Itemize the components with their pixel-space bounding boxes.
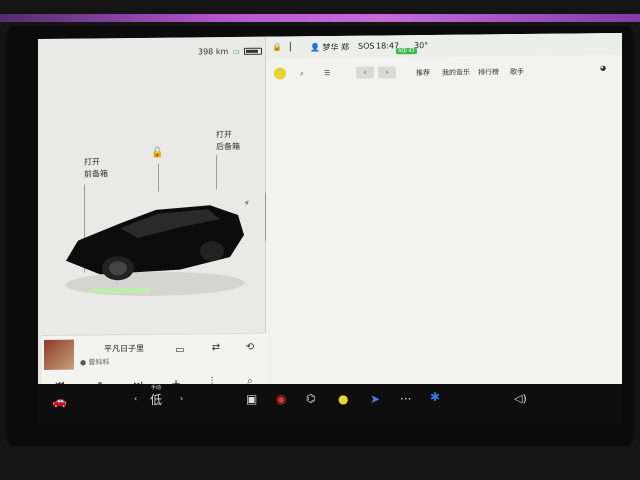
shuffle-icon[interactable]: ⇄	[208, 342, 224, 353]
volume-icon[interactable]: ◁)	[514, 392, 527, 405]
netease-music-icon[interactable]: ◉	[276, 392, 286, 406]
climate-control[interactable]: 手动 低	[150, 384, 162, 408]
aqi-badge: AQI 43	[396, 48, 417, 55]
music-navbar: ⌕ ☰ ‹ › 推荐 我的音乐 排行榜 歌手 ◕	[266, 59, 622, 85]
charging-icon: ▭	[232, 46, 240, 57]
tab-singers[interactable]: 歌手	[510, 67, 524, 77]
ambient-light	[0, 14, 640, 22]
car-icon[interactable]: 🚗	[52, 394, 67, 408]
bluetooth-icon[interactable]: ✱	[430, 390, 440, 404]
netease-logo-icon	[274, 67, 286, 81]
front-trunk-line2: 前备箱	[84, 169, 108, 179]
front-trunk-button[interactable]: 打开 前备箱	[84, 156, 108, 180]
rear-trunk-button[interactable]: 打开 后备箱	[216, 129, 240, 153]
back-button[interactable]: ‹	[356, 66, 374, 79]
artist-name: ● 曾科科	[80, 358, 110, 367]
user-profile[interactable]: 👤 梦华 郑	[310, 42, 349, 53]
car-model-image	[65, 205, 245, 296]
rear-trunk-leader-line	[216, 155, 217, 190]
range-text: 398 km	[198, 47, 229, 57]
tab-charts[interactable]: 排行榜	[478, 67, 499, 77]
music-app: 🔒 ▏ 👤 梦华 郑 SOS 18:47 30° AQI 43 ⌕ ☰ ‹ › …	[266, 32, 622, 407]
tab-my-music[interactable]: 我的音乐	[442, 68, 470, 78]
climate-value: 低	[150, 393, 163, 407]
navigation-icon[interactable]: ➤	[370, 392, 380, 406]
camera-icon[interactable]: ▣	[246, 392, 257, 406]
album-art	[44, 339, 74, 370]
battery-icon	[243, 47, 262, 55]
playlist-icon[interactable]: ☰	[324, 69, 330, 77]
climate-mode: 手动	[151, 385, 162, 391]
search-icon[interactable]: ⌕	[300, 69, 304, 78]
tab-recommend[interactable]: 推荐	[416, 68, 430, 78]
temp-down-icon[interactable]: ‹	[134, 394, 137, 403]
bottom-dock: 🚗 ‹ 手动 低 › ▣ ◉ ⌬ ● ➤ ··· ✱ ◁)	[38, 384, 622, 424]
avatar[interactable]: ◕	[600, 64, 606, 72]
repeat-icon[interactable]: ⟲	[242, 342, 258, 353]
song-title: 平凡日子里	[104, 343, 144, 354]
forward-button[interactable]: ›	[378, 66, 396, 79]
map-hint: ▏	[290, 42, 297, 52]
touchscreen: 398 km ▭ 打开 前备箱 🔓 打开 后备箱 ⚡ 平凡日子里 ● 曾科科 ▭…	[38, 32, 622, 410]
game-icon[interactable]: ⌬	[306, 392, 316, 405]
rear-trunk-line2: 后备箱	[216, 141, 240, 152]
more-apps-icon[interactable]: ···	[400, 392, 411, 406]
rear-trunk-line1: 打开	[216, 130, 232, 140]
unlock-icon[interactable]: 🔓	[151, 148, 163, 159]
sos-icon[interactable]: SOS	[358, 42, 374, 51]
lyrics-icon[interactable]: ▭	[172, 344, 188, 356]
car-status-panel: 398 km ▭ 打开 前备箱 🔓 打开 后备箱 ⚡ 平凡日子里 ● 曾科科 ▭…	[38, 36, 266, 410]
status-bar: 🔒 ▏ 👤 梦华 郑 SOS 18:47 30° AQI 43	[266, 32, 622, 59]
front-trunk-line1: 打开	[84, 157, 100, 167]
temp-up-icon[interactable]: ›	[180, 394, 183, 403]
battery-status: 398 km ▭	[198, 46, 262, 57]
lock-status-icon[interactable]: 🔒	[272, 43, 282, 52]
active-app-icon[interactable]: ●	[338, 392, 348, 406]
